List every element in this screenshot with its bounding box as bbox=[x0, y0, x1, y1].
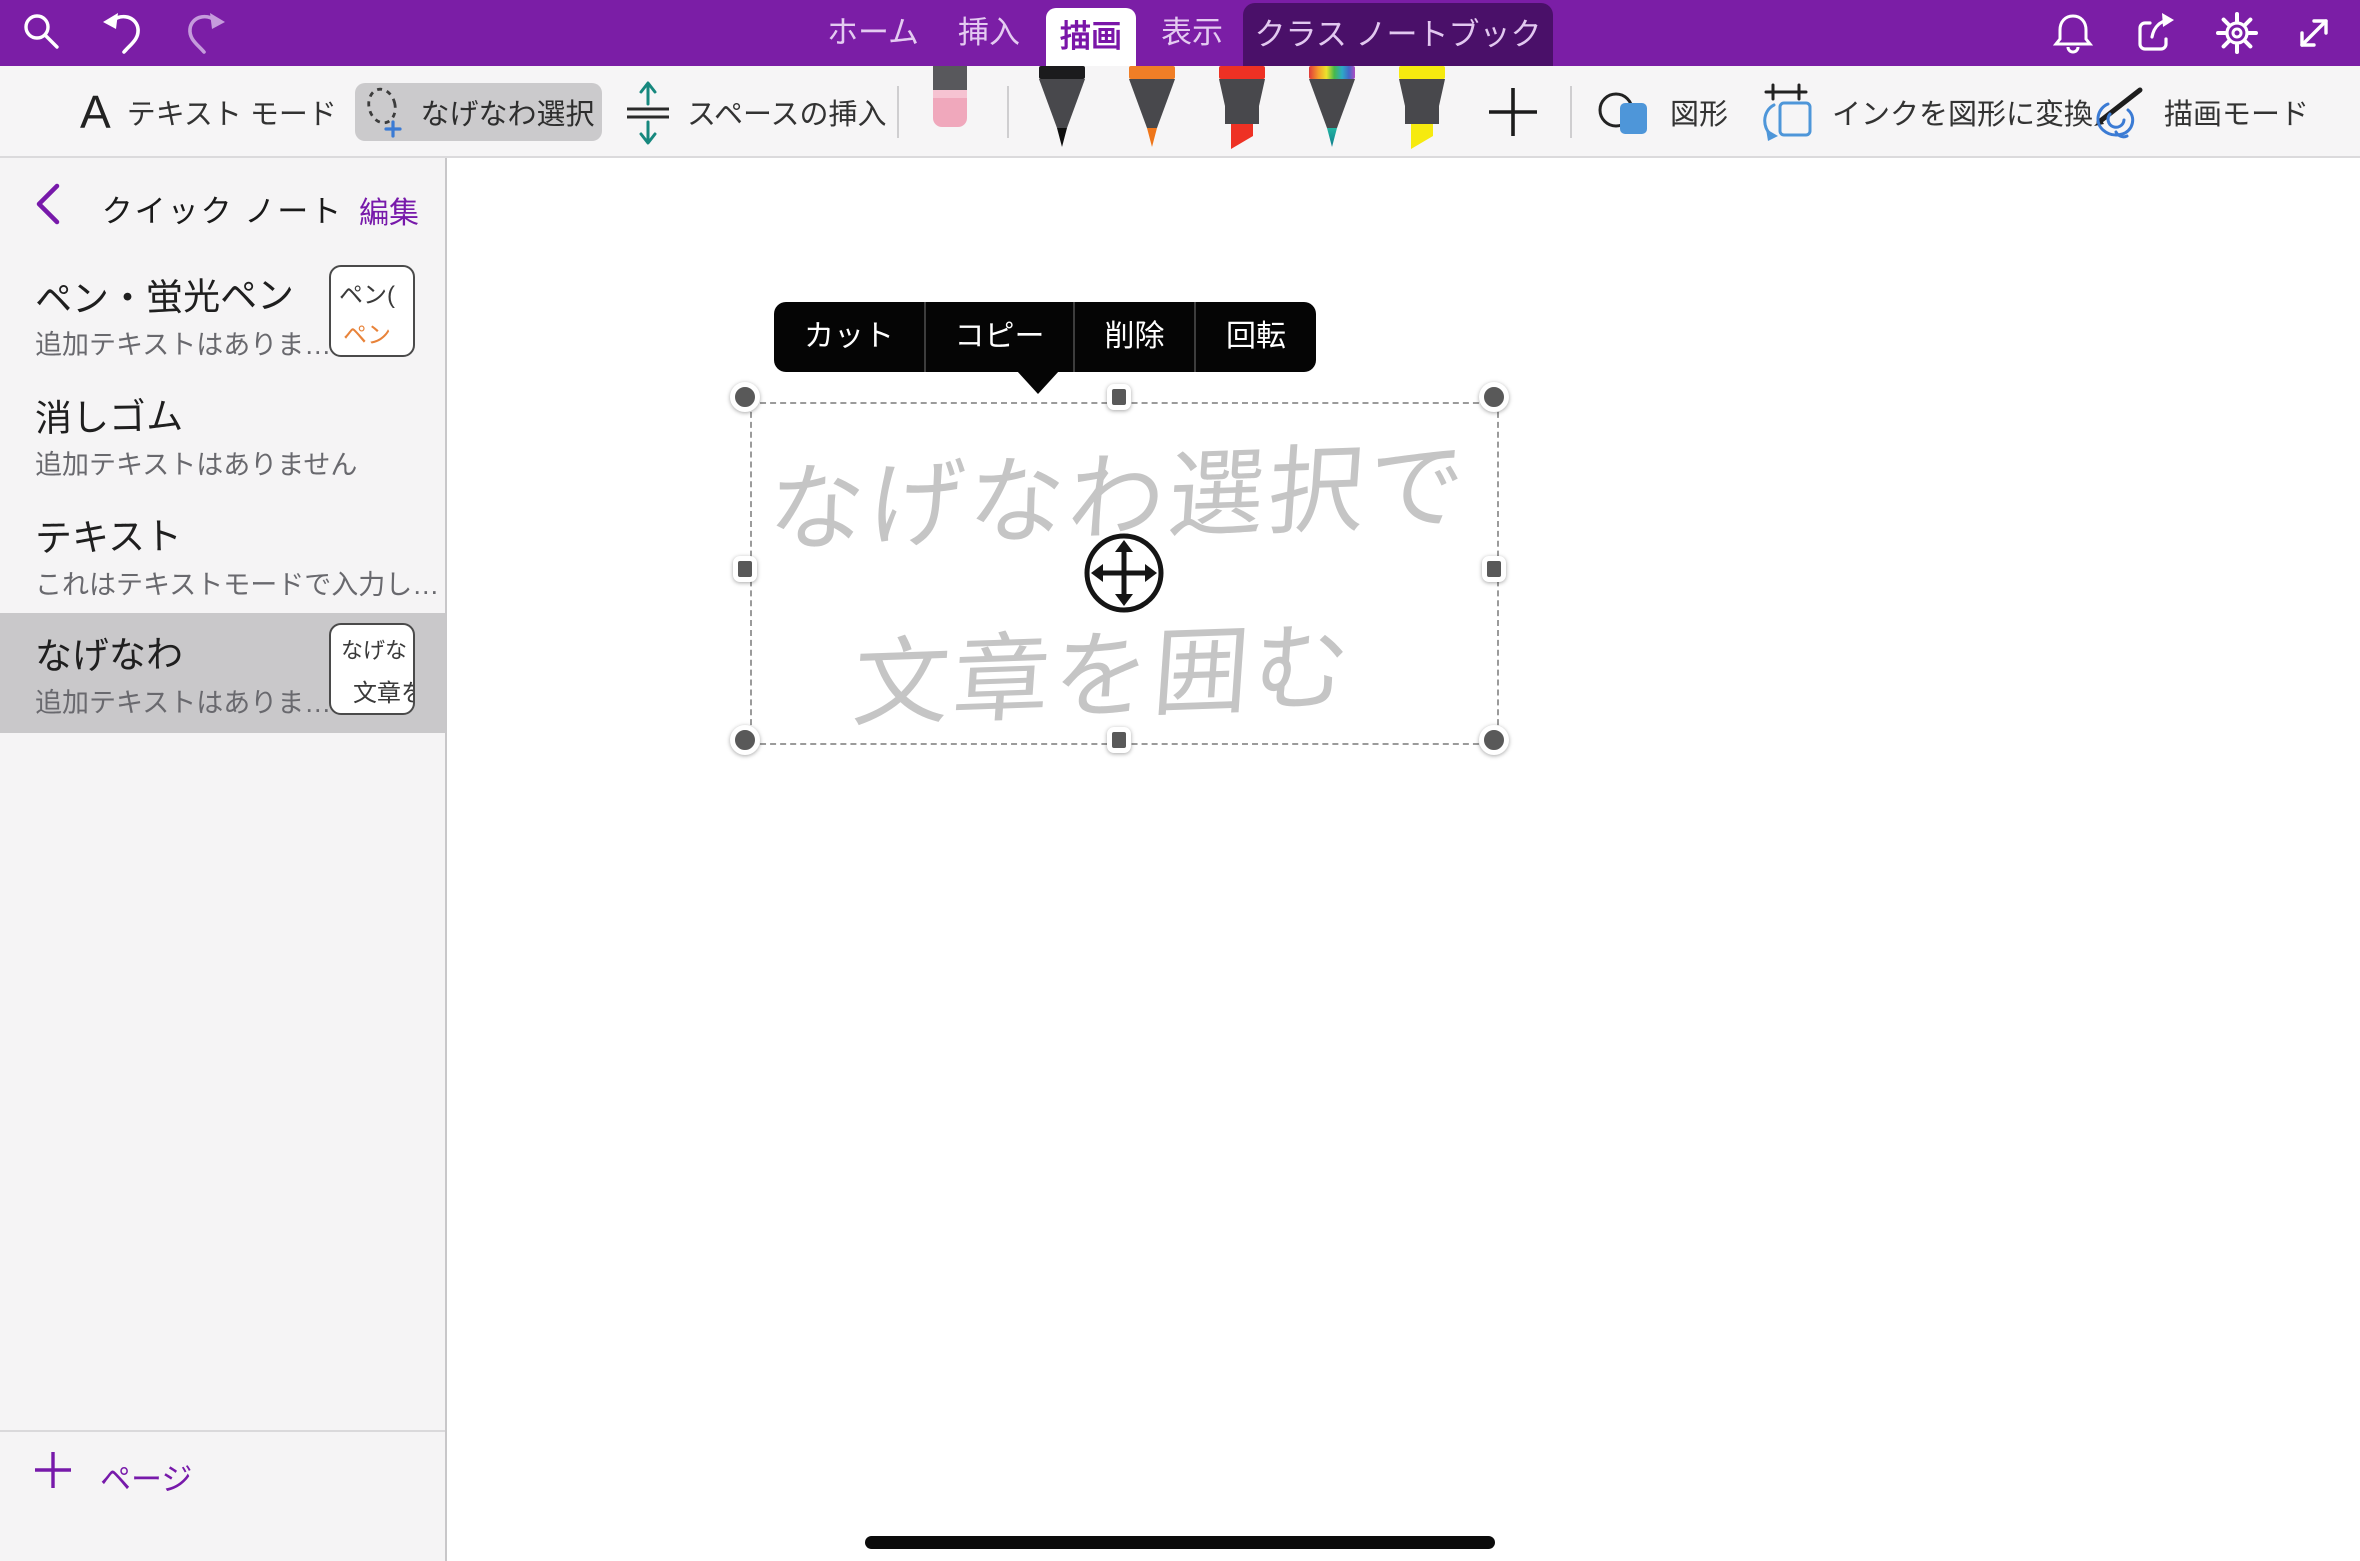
text-mode-label: テキスト モード bbox=[127, 91, 337, 133]
page-title: なげなわ bbox=[35, 624, 184, 681]
fullscreen-expand-icon[interactable] bbox=[2292, 11, 2336, 55]
page-subtitle: 追加テキストはありま… bbox=[35, 323, 331, 362]
page-thumbnail: なげな 文章を bbox=[329, 623, 415, 715]
red-highlighter-icon bbox=[1216, 66, 1268, 152]
page-title: テキスト bbox=[35, 506, 183, 563]
page-item-text[interactable]: テキスト これはテキストモードで入力し… bbox=[0, 495, 445, 615]
page-title: ペン・蛍光ペン bbox=[35, 265, 295, 324]
resize-handle-top-left[interactable] bbox=[730, 382, 760, 412]
ink-to-shape-icon bbox=[1756, 83, 1816, 141]
resize-handle-bottom-right[interactable] bbox=[1479, 725, 1509, 755]
thumb-ink-line: ペン( bbox=[339, 275, 395, 310]
context-menu-caret bbox=[1017, 371, 1059, 394]
pen-orange[interactable] bbox=[1126, 66, 1178, 157]
toolbar-divider bbox=[897, 86, 899, 138]
toolbar-divider bbox=[1007, 86, 1009, 138]
tab-home[interactable]: ホーム bbox=[812, 0, 934, 66]
add-page-button[interactable]: ページ bbox=[0, 1442, 445, 1502]
home-indicator[interactable] bbox=[865, 1536, 1495, 1549]
move-arrows-icon bbox=[1081, 530, 1167, 616]
resize-handle-right[interactable] bbox=[1482, 556, 1506, 582]
resize-handle-top-right[interactable] bbox=[1479, 382, 1509, 412]
page-item-lasso[interactable]: なげなわ 追加テキストはありま… なげな 文章を bbox=[0, 613, 445, 733]
note-canvas[interactable]: なげなわ選択で 文章を囲む カット コピー 削除 回転 bbox=[449, 158, 2360, 1561]
move-selection-handle[interactable] bbox=[1081, 530, 1167, 616]
top-app-bar: ホーム 挿入 描画 表示 クラス ノートブック bbox=[0, 0, 2360, 66]
menu-item-cut[interactable]: カット bbox=[774, 302, 924, 372]
text-mode-button[interactable]: A テキスト モード bbox=[80, 66, 337, 158]
add-pen-button[interactable] bbox=[1489, 88, 1537, 141]
resize-handle-top[interactable] bbox=[1107, 384, 1131, 410]
eraser-icon bbox=[931, 66, 969, 130]
insert-space-icon bbox=[625, 79, 671, 145]
shapes-button[interactable]: 図形 bbox=[1596, 66, 1728, 158]
page-subtitle: 追加テキストはありません bbox=[35, 443, 357, 482]
settings-gear-icon[interactable] bbox=[2215, 11, 2259, 55]
draw-toolbar: A テキスト モード なげなわ選択 スペースの挿入 図形 インクを図形に変換 bbox=[0, 66, 2360, 158]
menu-item-copy[interactable]: コピー bbox=[926, 302, 1073, 372]
eraser-tool[interactable] bbox=[931, 66, 969, 135]
edit-button[interactable]: 編集 bbox=[359, 188, 419, 232]
shapes-icon bbox=[1596, 85, 1654, 139]
plus-icon bbox=[1489, 88, 1537, 136]
thumb-ink-line: なげな bbox=[341, 633, 407, 665]
plus-icon bbox=[35, 1452, 71, 1488]
resize-handle-bottom-left[interactable] bbox=[730, 725, 760, 755]
sidebar-header: クイック ノート 編集 bbox=[0, 158, 445, 250]
page-item-eraser[interactable]: 消しゴム 追加テキストはありません bbox=[0, 375, 445, 495]
ribbon-tabs: ホーム 挿入 描画 表示 クラス ノートブック bbox=[0, 0, 2360, 66]
menu-item-delete[interactable]: 削除 bbox=[1075, 302, 1194, 372]
resize-handle-left[interactable] bbox=[733, 556, 757, 582]
draw-mode-hand-pen-icon bbox=[2086, 84, 2148, 140]
menu-item-rotate[interactable]: 回転 bbox=[1196, 302, 1316, 372]
text-mode-icon: A bbox=[80, 85, 111, 139]
draw-mode-label: 描画モード bbox=[2164, 91, 2309, 133]
lasso-select-button[interactable]: なげなわ選択 bbox=[355, 83, 602, 141]
orange-pen-icon bbox=[1126, 66, 1178, 152]
shapes-label: 図形 bbox=[1670, 91, 1728, 133]
yellow-highlighter-icon bbox=[1396, 66, 1448, 152]
draw-mode-button[interactable]: 描画モード bbox=[2086, 66, 2309, 158]
notifications-bell-icon[interactable] bbox=[2051, 11, 2095, 55]
black-pen-icon bbox=[1036, 66, 1088, 152]
lasso-select-label: なげなわ選択 bbox=[420, 91, 594, 133]
insert-space-button[interactable]: スペースの挿入 bbox=[625, 66, 887, 158]
ink-to-shape-button[interactable]: インクを図形に変換 bbox=[1756, 66, 2093, 158]
resize-handle-bottom[interactable] bbox=[1107, 727, 1131, 753]
tab-view[interactable]: 表示 bbox=[1151, 0, 1233, 66]
tab-insert[interactable]: 挿入 bbox=[948, 0, 1030, 66]
lasso-icon bbox=[362, 85, 408, 139]
share-icon[interactable] bbox=[2134, 11, 2178, 55]
page-subtitle: これはテキストモードで入力し… bbox=[35, 563, 439, 602]
tab-draw[interactable]: 描画 bbox=[1046, 8, 1136, 66]
toolbar-divider bbox=[1570, 86, 1572, 138]
highlighter-red[interactable] bbox=[1216, 66, 1268, 157]
sidebar-footer-divider bbox=[0, 1430, 445, 1432]
pen-black[interactable] bbox=[1036, 66, 1088, 157]
selection-context-menu: カット コピー 削除 回転 bbox=[774, 302, 1316, 372]
tab-class-notebook[interactable]: クラス ノートブック bbox=[1243, 3, 1553, 66]
page-thumbnail: ペン( ペン bbox=[329, 265, 415, 357]
thumb-ink-line: 文章を bbox=[353, 673, 415, 708]
page-item-pen-highlighter[interactable]: ペン・蛍光ペン 追加テキストはありま… ペン( ペン bbox=[0, 255, 445, 375]
page-subtitle: 追加テキストはありま… bbox=[35, 681, 331, 720]
highlighter-yellow[interactable] bbox=[1396, 66, 1448, 157]
pen-rainbow[interactable] bbox=[1306, 66, 1358, 157]
add-page-label: ページ bbox=[100, 1454, 192, 1499]
ink-to-shape-label: インクを図形に変換 bbox=[1832, 91, 2093, 133]
thumb-ink-line: ペン bbox=[343, 315, 391, 350]
page-list-sidebar: クイック ノート 編集 ペン・蛍光ペン 追加テキストはありま… ペン( ペン 消… bbox=[0, 158, 447, 1561]
insert-space-label: スペースの挿入 bbox=[687, 91, 887, 133]
rainbow-pen-icon bbox=[1306, 66, 1358, 152]
page-title: 消しゴム bbox=[35, 386, 184, 443]
